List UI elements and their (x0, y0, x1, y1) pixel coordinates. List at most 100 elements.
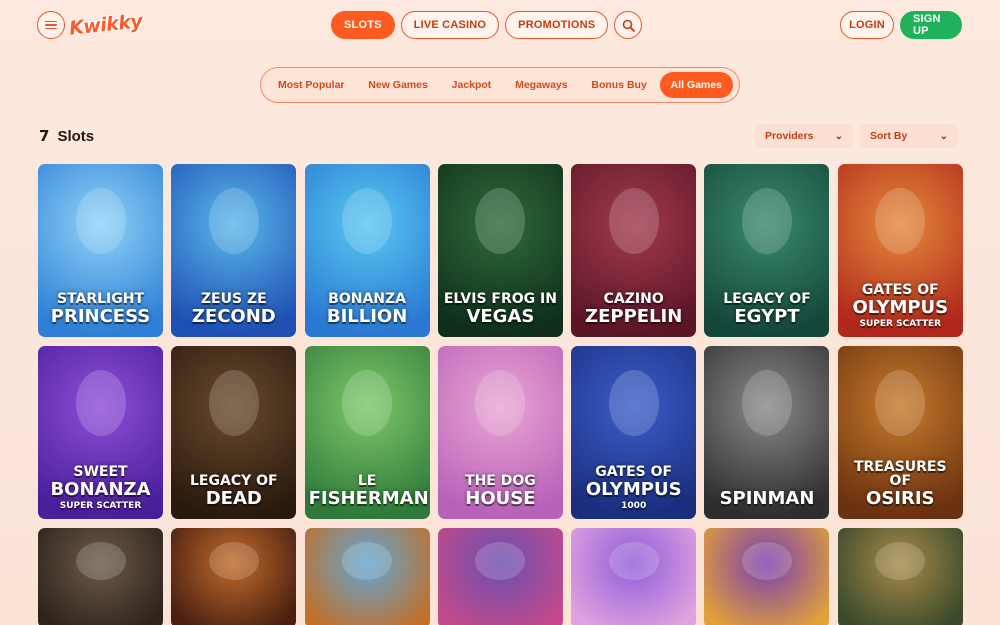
game-tile[interactable]: BONANZA BILLION (304, 164, 430, 337)
game-tile[interactable]: STARLIGHT PRINCESS (38, 164, 163, 337)
game-art-shape (75, 188, 126, 254)
header: Kwikky SLOTS LIVE CASINO PROMOTIONS LOGI… (0, 0, 1000, 50)
game-tile[interactable] (304, 528, 430, 625)
game-title (842, 617, 959, 620)
game-title (575, 617, 692, 620)
game-title-l2: SPINMAN (719, 488, 815, 509)
game-title (309, 617, 426, 620)
game-art-shape (208, 188, 259, 254)
game-title-l1: BONANZA (328, 291, 406, 307)
category-bar: Most Popular New Games Jackpot Megaways … (260, 67, 740, 103)
game-tile[interactable]: SWEET BONANZA SUPER SCATTER (38, 346, 163, 519)
game-tile[interactable]: ELVIS FROG IN VEGAS (437, 164, 563, 337)
providers-label: Providers (765, 130, 814, 142)
game-title-l2: VEGAS (466, 306, 535, 327)
main-nav: SLOTS LIVE CASINO PROMOTIONS (331, 11, 643, 39)
signup-button[interactable]: SIGN UP (900, 11, 962, 39)
game-title-l1: GATES OF (595, 464, 673, 480)
game-title-l1: TREASURES OF (853, 459, 947, 489)
game-title: LEGACY OF EGYPT (708, 292, 825, 329)
hamburger-icon (45, 20, 57, 30)
game-title-l3: SUPER SCATTER (859, 319, 942, 329)
sort-dropdown[interactable]: Sort By ⌄ (860, 124, 958, 148)
providers-dropdown[interactable]: Providers ⌄ (755, 124, 853, 148)
game-tile[interactable]: LE FISHERMAN (304, 346, 430, 519)
game-title-l2: FISHERMAN (308, 488, 429, 509)
game-title-l2: ZEPPELIN (585, 306, 683, 327)
sort-label: Sort By (870, 130, 908, 142)
game-tile[interactable]: GATES OF OLYMPUS 1000 (571, 346, 697, 519)
game-tile[interactable]: GATES OF OLYMPUS SUPER SCATTER (837, 164, 963, 337)
game-grid: STARLIGHT PRINCESS ZEUS ZE ZECOND BONANZA BIL… (38, 164, 963, 625)
game-tile[interactable]: ZEUS ZE ZECOND (171, 164, 297, 337)
game-title-l1: GATES OF (861, 282, 939, 298)
game-tile[interactable] (171, 528, 297, 625)
game-title-l3: 1000 (621, 501, 647, 511)
game-title-l2: ZECOND (191, 306, 276, 327)
logo-text: Kwikky (68, 10, 144, 40)
game-art-shape (342, 370, 393, 436)
game-tile[interactable] (837, 528, 963, 625)
game-title: CAZINO ZEPPELIN (575, 292, 692, 329)
menu-button[interactable] (37, 11, 65, 39)
game-title-l2: BONANZA (50, 479, 151, 500)
search-icon (622, 19, 635, 32)
category-jackpot[interactable]: Jackpot (441, 72, 503, 98)
game-tile[interactable]: SPINMAN (704, 346, 830, 519)
category-most-popular[interactable]: Most Popular (267, 72, 356, 98)
game-art-shape (208, 542, 259, 580)
game-title-l1: ZEUS ZE (200, 291, 267, 307)
game-tile[interactable]: LEGACY OF EGYPT (704, 164, 830, 337)
game-title-l2: OLYMPUS (852, 297, 949, 318)
game-title: GATES OF OLYMPUS 1000 (575, 465, 692, 511)
game-art-shape (342, 542, 393, 580)
game-title-l1: LEGACY OF (723, 291, 811, 307)
login-button[interactable]: LOGIN (840, 11, 894, 39)
game-title: THE DOG HOUSE (442, 474, 559, 511)
logo[interactable]: Kwikky (68, 9, 143, 41)
search-button[interactable] (614, 11, 643, 39)
category-new-games[interactable]: New Games (357, 72, 439, 98)
nav-live-casino[interactable]: LIVE CASINO (400, 11, 500, 39)
category-bonus-buy[interactable]: Bonus Buy (580, 72, 657, 98)
auth-buttons: LOGIN SIGN UP (840, 11, 962, 39)
game-title: LE FISHERMAN (308, 473, 429, 511)
game-art-shape (608, 370, 659, 436)
game-tile[interactable]: TREASURES OF OSIRIS (837, 346, 963, 519)
game-title (442, 617, 559, 620)
game-art-shape (608, 188, 659, 254)
game-tile[interactable] (437, 528, 563, 625)
game-title-l2: HOUSE (465, 488, 536, 509)
game-tile[interactable] (38, 528, 163, 625)
game-title-l1: LE (357, 473, 377, 489)
game-tile[interactable]: THE DOG HOUSE (437, 346, 563, 519)
game-title: GATES OF OLYMPUS SUPER SCATTER (842, 283, 959, 329)
game-title (708, 617, 825, 620)
nav-promotions[interactable]: PROMOTIONS (505, 11, 609, 39)
game-art-shape (342, 188, 393, 254)
game-art-shape (75, 542, 126, 580)
chevron-down-icon: ⌄ (939, 130, 948, 142)
game-tile[interactable] (704, 528, 830, 625)
game-title (42, 617, 159, 620)
nav-slots[interactable]: SLOTS (331, 11, 395, 39)
category-all-games[interactable]: All Games (659, 72, 733, 98)
game-title-l2: DEAD (205, 488, 262, 509)
game-art-shape (75, 370, 126, 436)
game-art-shape (741, 188, 792, 254)
category-megaways[interactable]: Megaways (504, 72, 579, 98)
game-tile[interactable]: CAZINO ZEPPELIN (571, 164, 697, 337)
game-art-shape (475, 370, 526, 436)
game-title-l1: ELVIS FROG IN (443, 291, 557, 307)
game-art-shape (875, 370, 926, 436)
game-art-shape (608, 542, 659, 580)
game-title: TREASURES OF OSIRIS (842, 460, 959, 511)
game-title-l2: OLYMPUS (585, 479, 682, 500)
game-title-l1: THE DOG (465, 473, 536, 489)
game-tile[interactable]: LEGACY OF DEAD (171, 346, 297, 519)
game-title-l1: CAZINO (603, 291, 664, 307)
section-header: 7 Slots (39, 127, 94, 145)
game-tile[interactable] (571, 528, 697, 625)
game-art-shape (741, 542, 792, 580)
chevron-down-icon: ⌄ (834, 130, 843, 142)
